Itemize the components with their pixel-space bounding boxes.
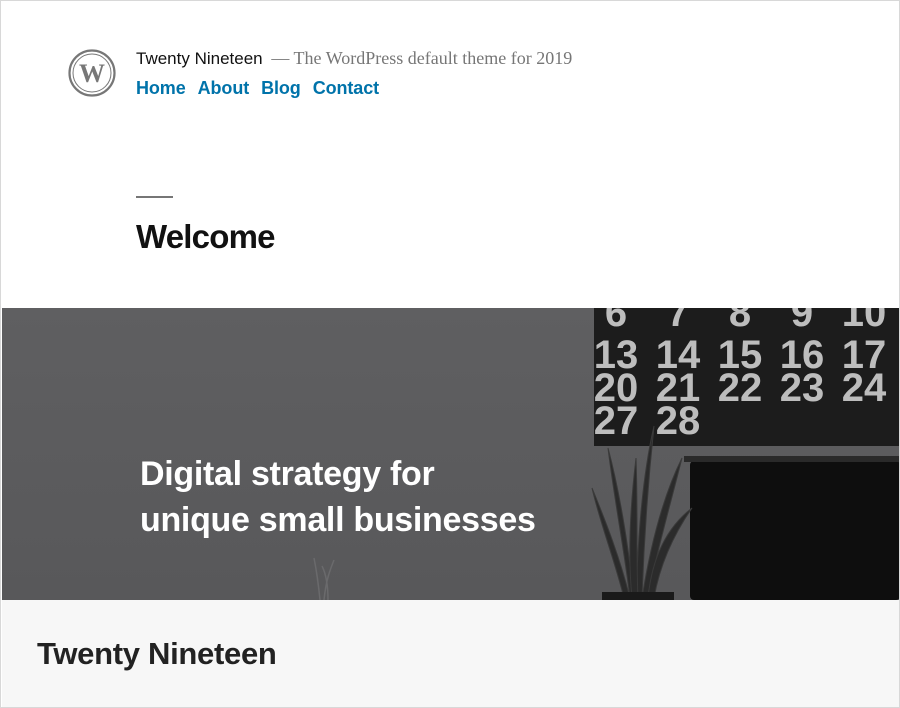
cover-headline-line2: unique small businesses <box>140 501 536 539</box>
footer-site-title[interactable]: Twenty Nineteen <box>37 636 277 672</box>
calendar-number: 22 <box>718 366 763 410</box>
calendar-number: 24 <box>842 366 887 410</box>
cover-block: 6 7 8 9 10 13 14 15 16 17 20 21 22 23 24 27 28 Di <box>2 308 899 600</box>
nav-item-about[interactable]: About <box>198 77 250 99</box>
calendar-number: 27 <box>594 399 639 443</box>
title-divider <box>136 196 173 198</box>
calendar-number: 28 <box>656 399 701 443</box>
nav-item-contact[interactable]: Contact <box>313 77 379 99</box>
svg-text:W: W <box>79 59 105 88</box>
site-footer: Twenty Nineteen <box>2 600 899 707</box>
calendar-number: 10 <box>842 308 887 335</box>
calendar-number: 23 <box>780 366 825 410</box>
wordpress-logo-icon[interactable]: W <box>67 48 117 98</box>
calendar-number: 8 <box>729 308 751 335</box>
calendar-number: 9 <box>791 308 813 335</box>
nav-item-blog[interactable]: Blog <box>261 77 301 99</box>
nav-item-home[interactable]: Home <box>136 77 186 99</box>
page-title: Welcome <box>136 218 275 255</box>
plant-image <box>591 425 693 599</box>
site-description: — The WordPress default theme for 2019 <box>271 48 573 68</box>
calendar-number: 7 <box>667 308 689 335</box>
cover-headline-line1: Digital strategy for <box>140 455 435 493</box>
main-navigation: Home About Blog Contact <box>136 77 379 99</box>
cover-headline: Digital strategy for unique small busine… <box>140 451 580 543</box>
reeds-image <box>313 557 335 600</box>
browser-viewport: W Twenty Nineteen — The WordPress defaul… <box>0 0 900 708</box>
monitor-screen <box>690 461 899 600</box>
site-title[interactable]: Twenty Nineteen <box>136 49 263 68</box>
calendar-number: 6 <box>605 308 627 335</box>
site-branding: Twenty Nineteen — The WordPress default … <box>136 47 572 70</box>
